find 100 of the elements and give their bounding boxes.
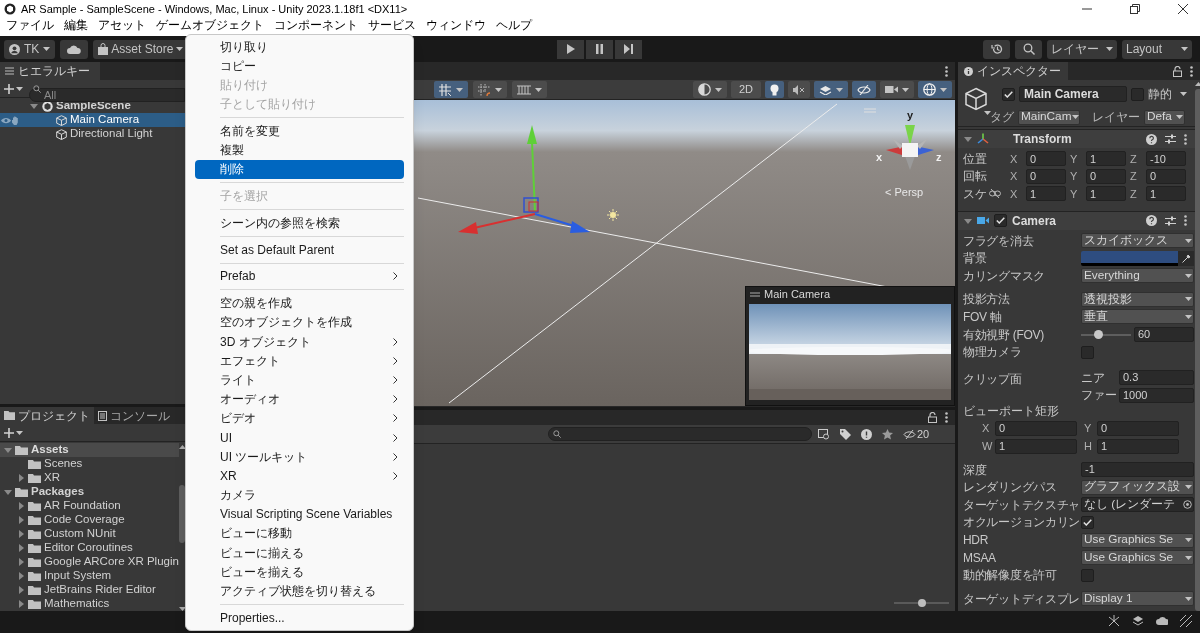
dropdown[interactable]: Everything — [1081, 268, 1194, 284]
dropdown[interactable]: Use Graphics Se — [1081, 532, 1194, 548]
number-field[interactable]: 1 — [995, 438, 1077, 454]
checkbox[interactable] — [1081, 345, 1094, 359]
number-field[interactable]: 1 — [1026, 186, 1066, 202]
number-field[interactable]: 0 — [1026, 168, 1066, 184]
tree-item[interactable]: Main Camera — [0, 113, 185, 127]
tree-item[interactable]: XR — [0, 471, 179, 485]
tree-item[interactable]: Directional Light — [0, 127, 185, 141]
menu-item[interactable]: サービス — [368, 19, 416, 32]
menu-item[interactable]: オーディオ — [195, 389, 404, 409]
tree-item[interactable]: SampleScene — [0, 99, 185, 113]
slider-thumb[interactable] — [917, 599, 926, 607]
dropdown[interactable]: グラフィックス設 — [1081, 479, 1194, 495]
number-field[interactable]: 1000 — [1119, 387, 1194, 403]
number-field[interactable]: 1 — [1146, 186, 1186, 202]
tag-dropdown[interactable]: MainCam — [1018, 109, 1080, 125]
tree-item[interactable]: Custom NUnit — [0, 527, 179, 541]
menu-item[interactable]: ビデオ — [195, 408, 404, 428]
menu-item[interactable]: アクティブ状態を切り替える — [195, 581, 404, 601]
menu-item[interactable]: ヘルプ — [496, 19, 532, 32]
toolbar-button[interactable] — [880, 81, 914, 98]
tree-item[interactable]: Packages — [0, 485, 179, 499]
zoom-slider[interactable] — [894, 599, 949, 607]
checkbox[interactable] — [1081, 516, 1094, 529]
number-field[interactable]: 0 — [1146, 168, 1186, 184]
toolbar-button[interactable] — [473, 81, 507, 98]
color-swatch[interactable] — [1081, 250, 1178, 266]
search-field[interactable] — [548, 427, 812, 441]
menu-item[interactable]: ウィンドウ — [426, 19, 486, 32]
toolbar-button[interactable] — [512, 81, 547, 98]
dropdown[interactable]: Use Graphics Se — [1081, 550, 1194, 566]
number-field[interactable]: 0 — [1097, 421, 1179, 436]
play-button[interactable] — [557, 39, 584, 59]
toolbar-button[interactable] — [434, 81, 468, 98]
number-field[interactable]: 1 — [1097, 438, 1179, 454]
toolbar-button[interactable]: 2D — [730, 81, 761, 98]
menu-item[interactable]: UI — [195, 427, 404, 448]
slider[interactable] — [1081, 329, 1131, 340]
layout-dropdown[interactable]: Layout — [1122, 39, 1192, 59]
toolbar-button[interactable] — [918, 81, 952, 98]
menu-item[interactable]: アセット — [98, 19, 146, 32]
search-field[interactable]: All — [29, 87, 185, 102]
layers-dropdown[interactable]: レイヤー — [1047, 39, 1117, 59]
toolbar-button[interactable] — [814, 81, 848, 98]
menu-item[interactable]: Visual Scripting Scene Variables — [195, 504, 404, 524]
tree-item[interactable]: Assets — [0, 443, 179, 457]
tree-item[interactable]: Code Coverage — [0, 513, 179, 527]
number-field[interactable]: 0 — [1086, 168, 1126, 184]
menu-item[interactable]: コピー — [195, 56, 404, 76]
active-checkbox[interactable] — [1002, 87, 1015, 101]
number-field[interactable]: -1 — [1081, 462, 1194, 478]
scrollbar-thumb[interactable] — [179, 485, 186, 543]
checkbox[interactable] — [1081, 568, 1094, 582]
name-field[interactable]: Main Camera — [1019, 86, 1127, 102]
toolbar-button[interactable] — [852, 81, 876, 98]
object-field[interactable]: なし (レンダーテ — [1081, 497, 1194, 513]
toolbar-button[interactable] — [692, 81, 727, 98]
menu-item[interactable]: ビューに揃える — [195, 543, 404, 563]
menu-item[interactable]: 複製 — [195, 140, 404, 160]
menu-item[interactable]: 名前を変更 — [195, 121, 404, 141]
number-field[interactable]: 0 — [1026, 151, 1066, 167]
number-field[interactable]: 60 — [1134, 327, 1194, 343]
number-field[interactable]: 0.3 — [1119, 370, 1194, 386]
number-field[interactable]: 0 — [995, 421, 1077, 436]
menu-item[interactable]: 空のオブジェクトを作成 — [195, 312, 404, 332]
step-button[interactable] — [615, 39, 642, 59]
add-button[interactable] — [4, 83, 23, 94]
tree-item[interactable]: Editor Coroutines — [0, 541, 179, 555]
dropdown[interactable]: Display 1 — [1081, 591, 1194, 607]
component-header[interactable]: Transform — [958, 129, 1195, 148]
menu-item[interactable]: エフェクト — [195, 351, 404, 371]
dropdown[interactable]: 垂直 — [1081, 309, 1194, 325]
static-checkbox[interactable] — [1131, 87, 1144, 101]
eyedropper-button[interactable] — [1178, 250, 1194, 266]
tree-item[interactable]: Mathematics — [0, 597, 179, 611]
menu-item[interactable]: 空の親を作成 — [195, 293, 404, 313]
menu-item[interactable]: コンポーネント — [274, 19, 358, 32]
menu-item[interactable]: ゲームオブジェクト — [156, 19, 264, 32]
menu-item[interactable]: 切り取り — [195, 37, 404, 57]
menu-item[interactable]: Prefab — [195, 266, 404, 287]
component-header[interactable]: Camera — [958, 210, 1195, 230]
number-field[interactable]: 1 — [1086, 186, 1126, 202]
layer-dropdown[interactable]: Defa — [1144, 109, 1185, 125]
menu-item[interactable]: ライト — [195, 370, 404, 390]
menu-item[interactable]: カメラ — [195, 485, 404, 505]
tree-item[interactable]: JetBrains Rider Editor — [0, 583, 179, 597]
number-field[interactable]: 1 — [1086, 151, 1126, 167]
menu-item[interactable]: UI ツールキット — [195, 447, 404, 467]
history-button[interactable] — [983, 39, 1010, 59]
cloud-button[interactable] — [60, 39, 89, 59]
tree-item[interactable]: Input System — [0, 569, 179, 583]
menu-item[interactable]: ビューに移動 — [195, 523, 404, 544]
add-button[interactable] — [4, 427, 23, 438]
number-field[interactable]: -10 — [1146, 151, 1186, 167]
toolbar-button[interactable] — [765, 81, 784, 98]
menu-item[interactable]: 3D オブジェクト — [195, 332, 404, 352]
dropdown[interactable]: スカイボックス — [1081, 233, 1194, 249]
menu-item[interactable]: Properties... — [195, 608, 404, 628]
menu-item[interactable]: 編集 — [64, 19, 88, 32]
